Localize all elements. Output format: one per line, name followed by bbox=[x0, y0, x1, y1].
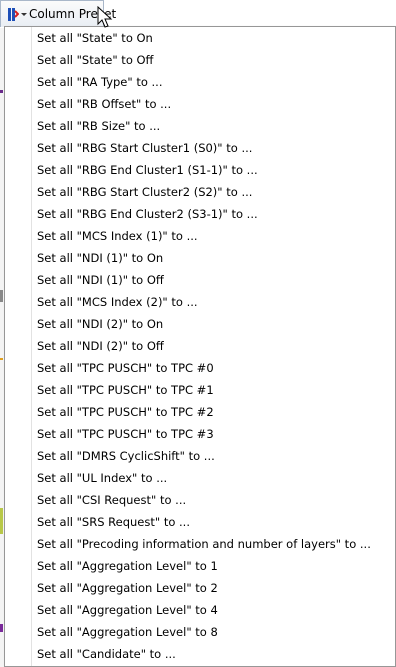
menu-item[interactable]: Set all "RB Offset" to ... bbox=[5, 93, 395, 115]
column-preset-button[interactable]: Column Preset bbox=[0, 0, 116, 27]
menu-item[interactable]: Set all "RA Type" to ... bbox=[5, 71, 395, 93]
menu-item[interactable]: Set all "NDI (2)" to Off bbox=[5, 335, 395, 357]
page: Column Preset Set all "State" to On Set a… bbox=[0, 0, 396, 667]
background-mark bbox=[0, 90, 3, 93]
column-preset-menu: Set all "State" to On Set all "State" to … bbox=[4, 26, 396, 667]
menu-item[interactable]: Set all "MCS Index (2)" to ... bbox=[5, 291, 395, 313]
menu-item[interactable]: Set all "DMRS CyclicShift" to ... bbox=[5, 445, 395, 467]
background-mark bbox=[0, 508, 3, 534]
menu-item[interactable]: Set all "RBG End Cluster1 (S1-1)" to ... bbox=[5, 159, 395, 181]
menu-item[interactable]: Set all "TPC PUSCH" to TPC #1 bbox=[5, 379, 395, 401]
menu-item[interactable]: Set all "SRS Request" to ... bbox=[5, 511, 395, 533]
menu-item[interactable]: Set all "RB Size" to ... bbox=[5, 115, 395, 137]
menu-item[interactable]: Set all "Aggregation Level" to 1 bbox=[5, 555, 395, 577]
menu-list: Set all "State" to On Set all "State" to … bbox=[5, 27, 395, 665]
background-mark bbox=[0, 358, 3, 360]
menu-item[interactable]: Set all "RBG Start Cluster1 (S0)" to ... bbox=[5, 137, 395, 159]
background-mark bbox=[0, 290, 3, 302]
menu-item[interactable]: Set all "RBG Start Cluster2 (S2)" to ... bbox=[5, 181, 395, 203]
menu-item[interactable]: Set all "NDI (2)" to On bbox=[5, 313, 395, 335]
mouse-cursor-icon bbox=[97, 6, 113, 28]
menu-item[interactable]: Set all "State" to Off bbox=[5, 49, 395, 71]
menu-item[interactable]: Set all "RBG End Cluster2 (S3-1)" to ... bbox=[5, 203, 395, 225]
menu-item[interactable]: Set all "TPC PUSCH" to TPC #2 bbox=[5, 401, 395, 423]
menu-item[interactable]: Set all "NDI (1)" to Off bbox=[5, 269, 395, 291]
menu-item[interactable]: Set all "Aggregation Level" to 4 bbox=[5, 599, 395, 621]
menu-item[interactable]: Set all "TPC PUSCH" to TPC #3 bbox=[5, 423, 395, 445]
menu-item[interactable]: Set all "Precoding information and numbe… bbox=[5, 533, 395, 555]
menu-item[interactable]: Set all "UL Index" to ... bbox=[5, 467, 395, 489]
menu-item[interactable]: Set all "TPC PUSCH" to TPC #0 bbox=[5, 357, 395, 379]
menu-item[interactable]: Set all "Aggregation Level" to 8 bbox=[5, 621, 395, 643]
column-preset-icon bbox=[7, 6, 19, 22]
menu-item[interactable]: Set all "NDI (1)" to On bbox=[5, 247, 395, 269]
menu-item[interactable]: Set all "State" to On bbox=[5, 27, 395, 49]
menu-item[interactable]: Set all "MCS Index (1)" to ... bbox=[5, 225, 395, 247]
menu-item[interactable]: Set all "Aggregation Level" to 2 bbox=[5, 577, 395, 599]
menu-item[interactable]: Set all "CSI Request" to ... bbox=[5, 489, 395, 511]
background-mark bbox=[0, 624, 3, 632]
menu-item[interactable]: Set all "Candidate" to ... bbox=[5, 643, 395, 665]
chevron-down-icon bbox=[21, 12, 27, 16]
